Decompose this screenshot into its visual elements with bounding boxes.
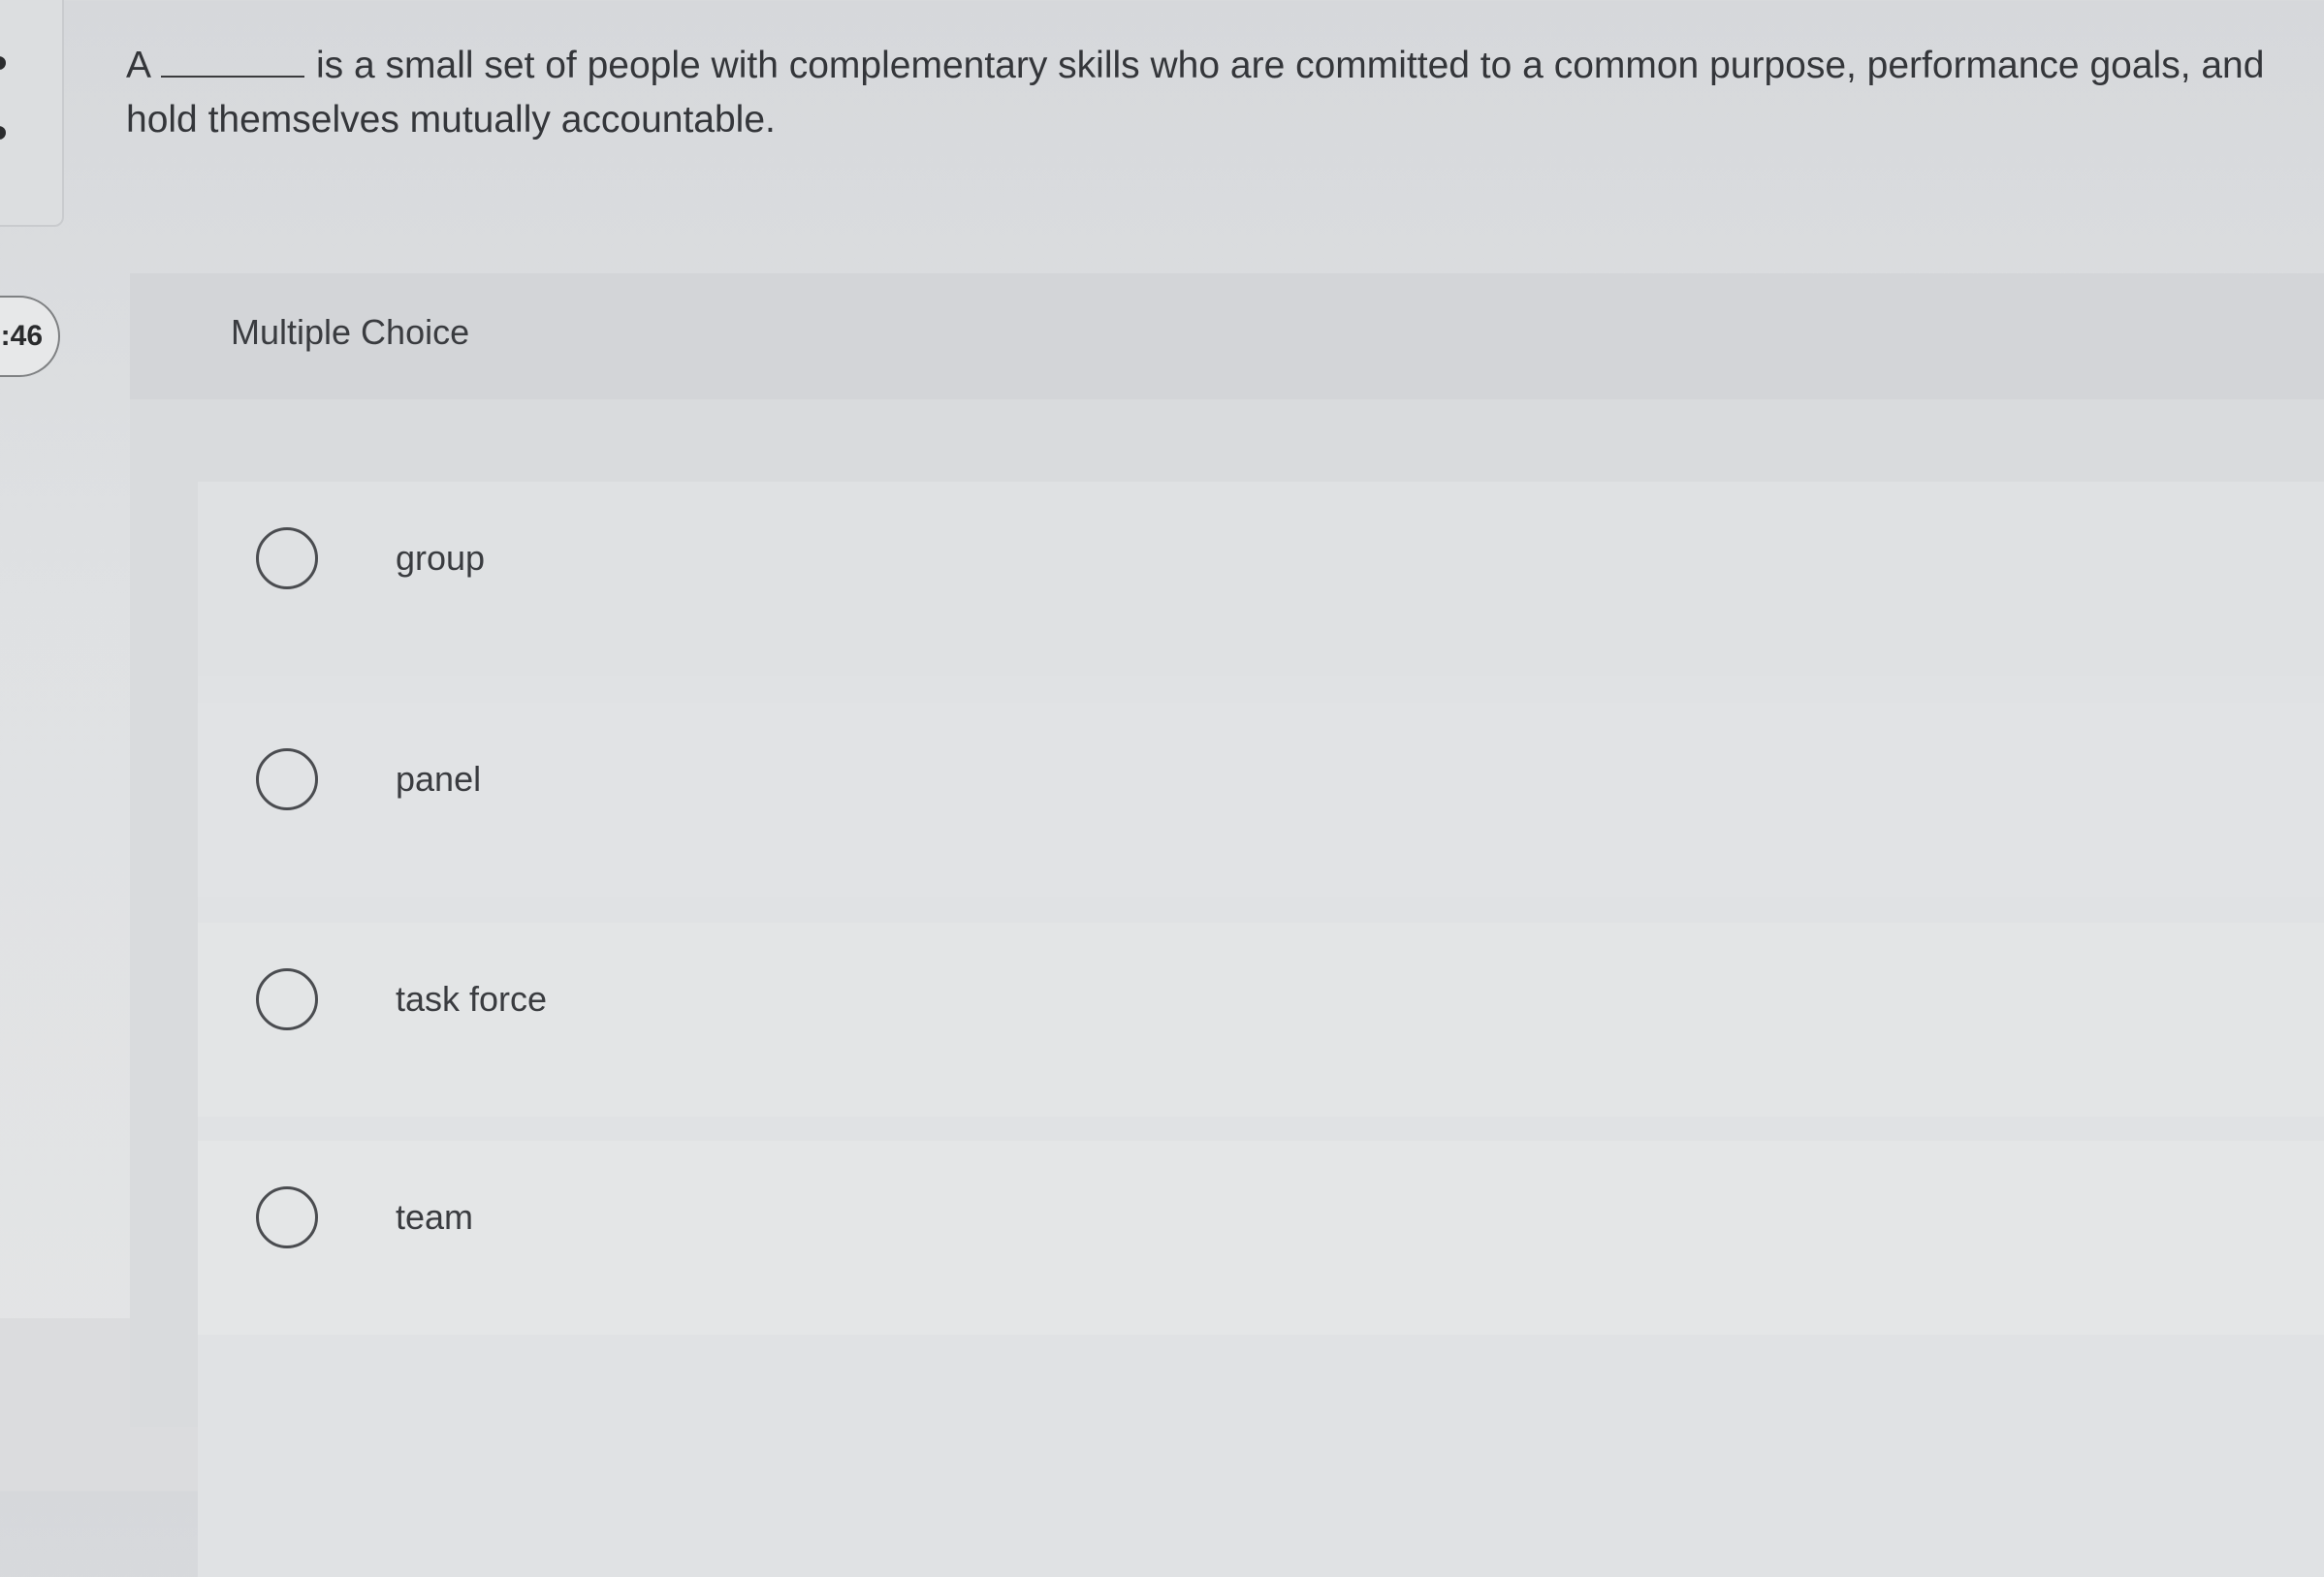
radio-button-icon[interactable] [256,527,318,589]
option-team[interactable]: team [198,1141,2324,1335]
option-group[interactable]: group [198,482,2324,676]
timer-value: 2:46 [0,320,43,352]
timer-badge: 2:46 [0,296,60,377]
multiple-choice-header: Multiple Choice [130,273,2324,399]
radio-button-icon[interactable] [256,968,318,1030]
question-prefix: A [126,45,152,86]
option-label[interactable]: group [396,538,485,579]
left-panel-card [0,0,64,227]
multiple-choice-label: Multiple Choice [231,312,470,352]
options-list: group panel task force team [198,482,2324,1577]
option-label[interactable]: team [396,1197,473,1238]
question-suffix: is a small set of people with complement… [126,45,2265,141]
option-label[interactable]: panel [396,759,481,800]
option-label[interactable]: task force [396,979,547,1020]
option-task-force[interactable]: task force [198,923,2324,1117]
radio-button-icon[interactable] [256,1186,318,1248]
option-panel[interactable]: panel [198,703,2324,897]
question-text: Ais a small set of people with complemen… [126,39,2317,147]
page: 2:46 Ais a small set of people with comp… [0,0,2324,1577]
multiple-choice-panel: Multiple Choice group panel task force t… [130,273,2324,1577]
radio-button-icon[interactable] [256,748,318,810]
answer-blank [161,43,305,78]
